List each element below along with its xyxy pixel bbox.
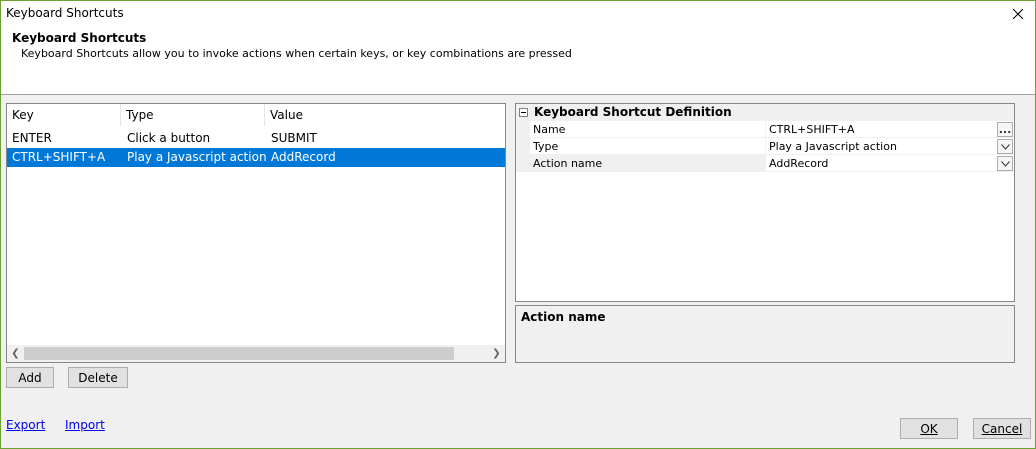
list-header: Key Type Value	[7, 104, 505, 126]
row-gutter	[516, 121, 530, 138]
cell-type: Play a Javascript action	[127, 150, 267, 164]
scroll-right-icon[interactable]: ❯	[488, 345, 505, 362]
property-value: AddRecord	[769, 157, 829, 170]
property-row-type: Type Play a Javascript action	[516, 138, 1014, 155]
header-title: Keyboard Shortcuts	[12, 31, 147, 45]
header-panel: Keyboard Shortcuts Keyboard Shortcuts al…	[1, 27, 1035, 95]
list-row-selected[interactable]: CTRL+SHIFT+A Play a Javascript action Ad…	[7, 148, 505, 167]
column-header-value[interactable]: Value	[265, 104, 505, 126]
title-bar: Keyboard Shortcuts	[1, 1, 1035, 27]
category-row: Keyboard Shortcut Definition	[516, 104, 1014, 121]
chevron-down-icon[interactable]	[997, 139, 1013, 154]
property-label: Name	[530, 121, 766, 138]
window-title: Keyboard Shortcuts	[6, 6, 124, 20]
cell-value: AddRecord	[271, 150, 336, 164]
help-title: Action name	[521, 310, 606, 324]
export-link[interactable]: Export	[6, 418, 45, 432]
close-button[interactable]	[1001, 1, 1035, 27]
collapse-icon[interactable]	[519, 108, 528, 117]
horizontal-scrollbar[interactable]: ❮ ❯	[7, 345, 505, 362]
property-value: Play a Javascript action	[769, 140, 897, 153]
column-header-type[interactable]: Type	[121, 104, 265, 126]
row-gutter	[516, 138, 530, 155]
property-help-panel: Action name	[515, 305, 1015, 363]
column-header-key[interactable]: Key	[7, 104, 121, 126]
add-button[interactable]: Add	[6, 367, 54, 388]
scroll-left-icon[interactable]: ❮	[7, 345, 24, 362]
action-name-dropdown[interactable]: AddRecord	[766, 155, 1014, 172]
type-dropdown[interactable]: Play a Javascript action	[766, 138, 1014, 155]
shortcut-list[interactable]: Key Type Value ENTER Click a button SUBM…	[6, 103, 506, 363]
cancel-button-label: Cancel	[981, 421, 1023, 436]
ok-button[interactable]: OK	[900, 418, 958, 439]
row-gutter	[516, 155, 530, 172]
dialog-window: Keyboard Shortcuts Keyboard Shortcuts Ke…	[0, 0, 1036, 449]
property-value: CTRL+SHIFT+A	[769, 123, 855, 136]
cell-type: Click a button	[127, 131, 211, 145]
ellipsis-button[interactable]: ...	[997, 122, 1013, 137]
cell-key: CTRL+SHIFT+A	[12, 150, 106, 164]
property-label: Action name	[530, 155, 766, 172]
delete-button[interactable]: Delete	[68, 367, 128, 388]
import-link[interactable]: Import	[65, 418, 105, 432]
property-grid: Keyboard Shortcut Definition Name CTRL+S…	[515, 103, 1015, 302]
cell-key: ENTER	[12, 131, 52, 145]
cell-value: SUBMIT	[271, 131, 317, 145]
property-row-action-name: Action name AddRecord	[516, 155, 1014, 172]
close-icon	[1013, 9, 1023, 19]
property-row-name: Name CTRL+SHIFT+A ...	[516, 121, 1014, 138]
name-value-field[interactable]: CTRL+SHIFT+A ...	[766, 121, 1014, 138]
list-row[interactable]: ENTER Click a button SUBMIT	[7, 129, 505, 148]
scroll-thumb[interactable]	[24, 347, 454, 360]
header-description: Keyboard Shortcuts allow you to invoke a…	[21, 47, 572, 60]
ok-button-label: OK	[920, 421, 938, 436]
category-label: Keyboard Shortcut Definition	[534, 105, 732, 119]
property-label: Type	[530, 138, 766, 155]
cancel-button[interactable]: Cancel	[973, 418, 1031, 439]
chevron-down-icon[interactable]	[997, 156, 1013, 171]
